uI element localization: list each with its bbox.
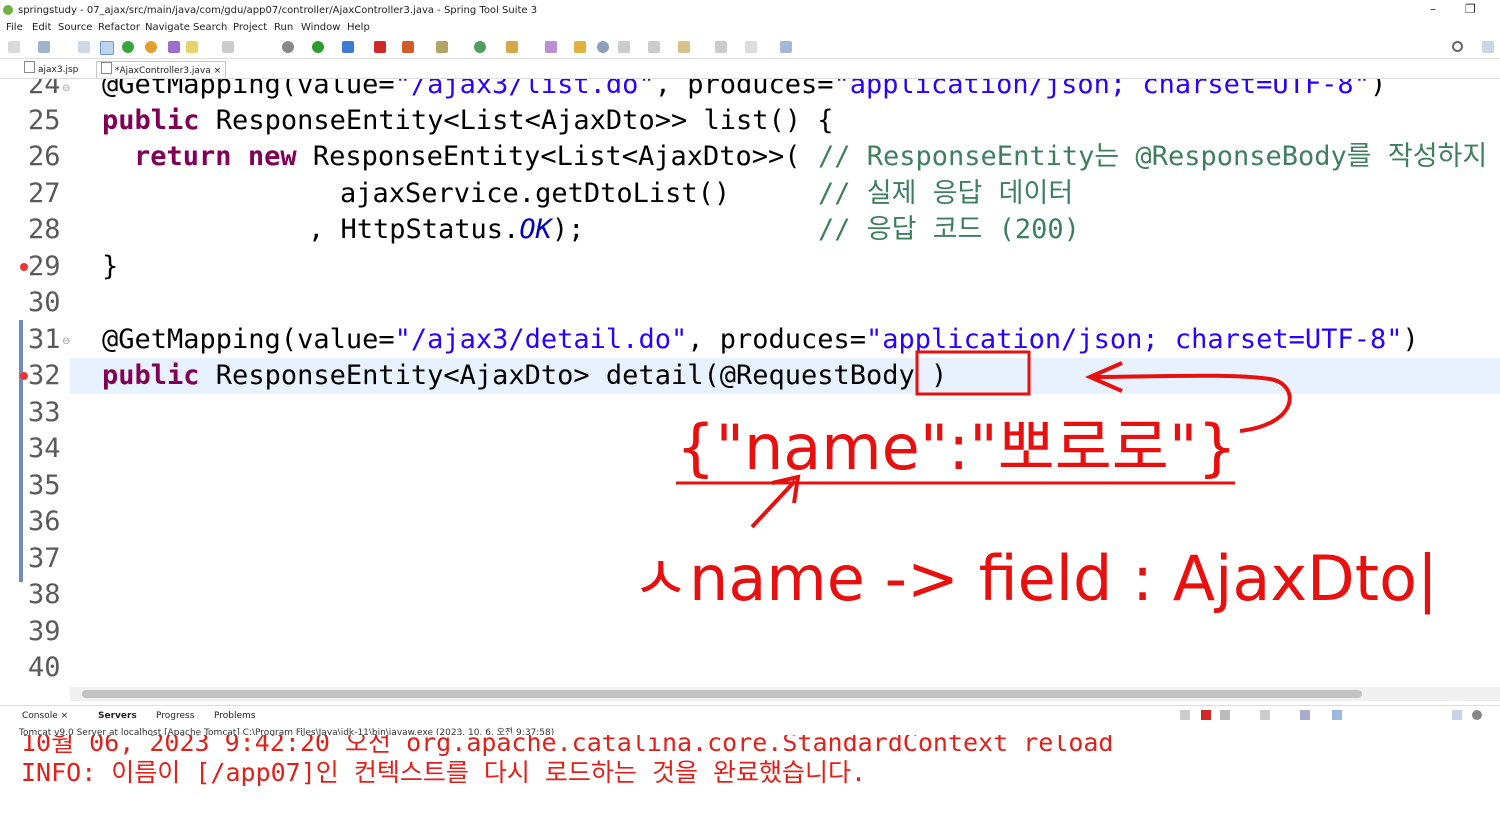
menu-edit[interactable]: Edit (32, 22, 51, 33)
menu-file[interactable]: File (6, 22, 23, 33)
tab-problems[interactable]: Problems (214, 711, 255, 721)
menu-project[interactable]: Project (233, 22, 267, 33)
folder-icon[interactable] (574, 41, 586, 53)
menu-help[interactable]: Help (347, 22, 370, 33)
highlight-icon[interactable] (186, 41, 198, 53)
pointer-arrow (750, 479, 797, 529)
skip-breakpoints-icon[interactable] (100, 41, 114, 55)
scrollbar-thumb[interactable] (82, 690, 1362, 698)
annotation-prev-icon[interactable] (648, 41, 660, 53)
menu-window[interactable]: Window (301, 22, 340, 33)
close-tab-icon[interactable]: × (61, 711, 69, 721)
main-toolbar (0, 37, 1500, 59)
java-file-icon (101, 62, 112, 74)
jsp-file-icon (24, 61, 35, 73)
perspective-icon[interactable] (1482, 41, 1494, 53)
minimize-button[interactable]: – (1430, 2, 1436, 16)
external-tools-icon[interactable] (402, 41, 414, 53)
debug-icon[interactable] (282, 41, 294, 53)
gear-icon[interactable] (1472, 710, 1482, 720)
tab-ajaxcontroller3-java[interactable]: *AjaxController3.java × (96, 61, 227, 78)
code-editor[interactable]: 24 25 26 27 28 29 30 31 32 33 34 35 36 3… (0, 79, 1500, 686)
pin-editor-icon[interactable] (780, 41, 792, 53)
last-edit-icon[interactable] (678, 41, 690, 53)
menu-navigate[interactable]: Navigate (145, 22, 190, 33)
window-title: springstudy - 07_ajax/src/main/java/com/… (18, 5, 538, 16)
refresh-icon[interactable] (145, 41, 157, 53)
editor-tabs: ajax3.jsp *AjaxController3.java × (0, 59, 1500, 79)
annotation-next-icon[interactable] (618, 41, 630, 53)
console-output[interactable]: 10월 06, 2023 9:42:20 오전 org.apache.catal… (19, 735, 1500, 830)
search-tool-icon[interactable] (545, 41, 557, 53)
menu-search[interactable]: Search (193, 22, 227, 33)
restore-button[interactable]: ❐ (1465, 2, 1476, 16)
annotation-json-text: {"name":"뽀로로"} (676, 411, 1237, 484)
tab-servers[interactable]: Servers (98, 711, 137, 721)
menu-bar: File Edit Source Refactor Navigate Searc… (0, 21, 1500, 37)
console-line: INFO: 이름이 [/app07]인 컨텍스트를 다시 로드하는 것을 완료했… (21, 758, 867, 787)
tab-progress[interactable]: Progress (156, 711, 194, 721)
toggle-icon[interactable] (222, 41, 234, 53)
package-icon[interactable] (436, 41, 448, 53)
search-icon[interactable] (1452, 41, 1463, 52)
back-icon[interactable] (715, 41, 727, 53)
console-tabs: Console × Servers Progress Problems (0, 705, 1500, 726)
run-icon[interactable] (312, 41, 324, 53)
new-icon[interactable] (8, 41, 20, 53)
annotation-note-text: ㅅname -> field : AjaxDto| (632, 542, 1438, 615)
tab-console[interactable]: Console × (22, 711, 68, 721)
wizard-icon[interactable] (168, 41, 180, 53)
new-class-icon[interactable] (474, 41, 486, 53)
open-console-icon[interactable] (1452, 710, 1462, 720)
save-icon[interactable] (38, 41, 50, 53)
tab-label: ajax3.jsp (38, 65, 79, 75)
show-console-icon[interactable] (1332, 710, 1342, 720)
menu-refactor[interactable]: Refactor (98, 22, 140, 33)
menu-source[interactable]: Source (58, 22, 92, 33)
forward-icon[interactable] (745, 41, 757, 53)
tab-label: *AjaxController3.java (115, 66, 211, 76)
globe-icon[interactable] (597, 41, 609, 53)
horizontal-scrollbar[interactable] (70, 687, 1500, 701)
open-type-icon[interactable] (506, 41, 518, 53)
highlight-box (915, 350, 1031, 396)
stop-icon[interactable] (374, 41, 386, 53)
scroll-lock-icon[interactable] (1300, 710, 1310, 720)
pin-console-icon[interactable] (1180, 710, 1190, 720)
close-tab-icon[interactable]: × (214, 66, 222, 76)
terminal-icon[interactable] (78, 41, 90, 53)
terminate-icon[interactable] (1201, 710, 1211, 720)
clear-console-icon[interactable] (1260, 710, 1270, 720)
server-start-icon[interactable] (122, 41, 134, 53)
spring-logo-icon (3, 5, 13, 15)
title-bar: springstudy - 07_ajax/src/main/java/com/… (0, 0, 1500, 22)
tab-ajax3-jsp[interactable]: ajax3.jsp (20, 61, 82, 77)
menu-run[interactable]: Run (274, 22, 293, 33)
coverage-icon[interactable] (342, 41, 354, 53)
remove-launch-icon[interactable] (1220, 710, 1230, 720)
